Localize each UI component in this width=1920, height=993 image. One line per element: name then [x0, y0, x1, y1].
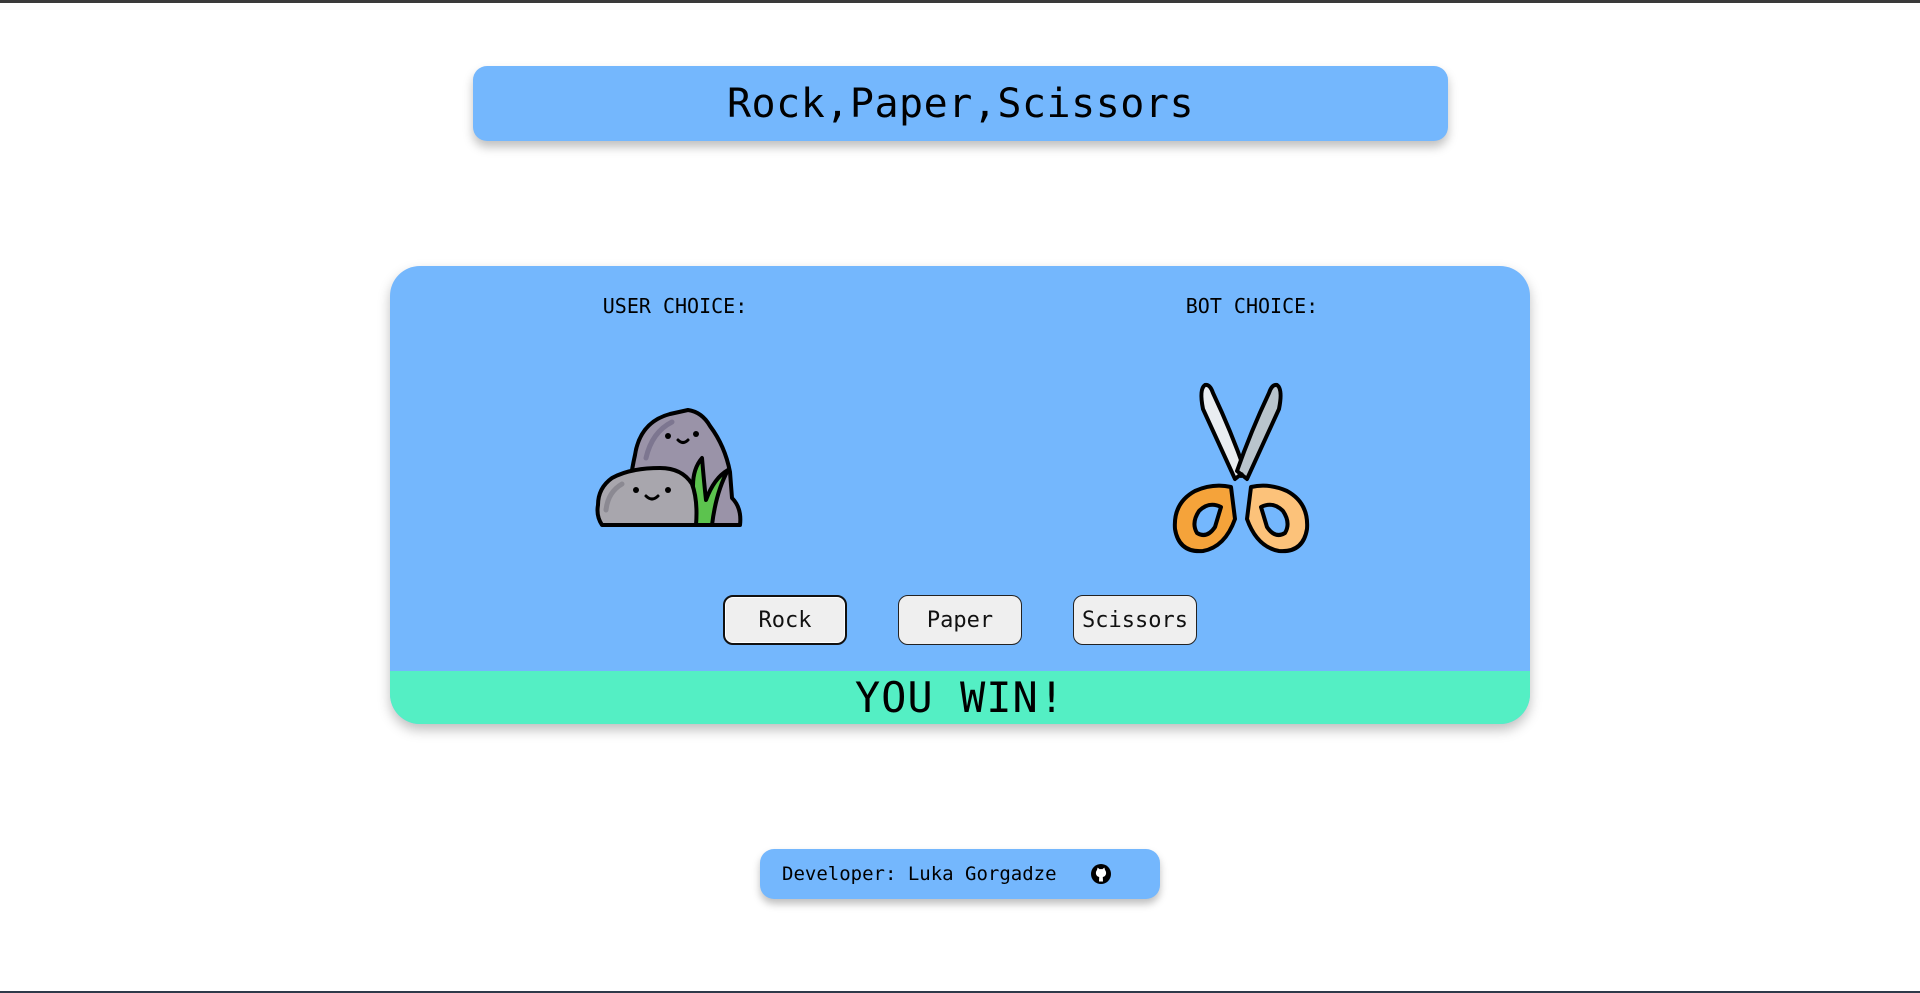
title-banner: Rock,Paper,Scissors: [473, 66, 1448, 141]
paper-button[interactable]: Paper: [898, 595, 1022, 645]
result-banner: YOU WIN!: [390, 671, 1530, 724]
top-border: [0, 0, 1920, 3]
rock-button[interactable]: Rock: [723, 595, 847, 645]
scissors-icon: [1172, 382, 1310, 554]
game-panel: USER CHOICE: BOT CHOICE: Rock Paper Scis…: [390, 266, 1530, 724]
result-text: YOU WIN!: [854, 673, 1066, 722]
rock-icon: [595, 408, 743, 527]
github-icon[interactable]: [1090, 863, 1112, 885]
developer-footer: Developer: Luka Gorgadze: [760, 849, 1160, 899]
choice-buttons: Rock Paper Scissors: [390, 595, 1530, 645]
bot-choice-label: BOT CHOICE:: [1185, 294, 1319, 318]
user-choice-label: USER CHOICE:: [602, 294, 748, 318]
developer-credit: Developer: Luka Gorgadze: [782, 863, 1057, 885]
scissors-button[interactable]: Scissors: [1073, 595, 1197, 645]
page-title: Rock,Paper,Scissors: [726, 80, 1195, 127]
